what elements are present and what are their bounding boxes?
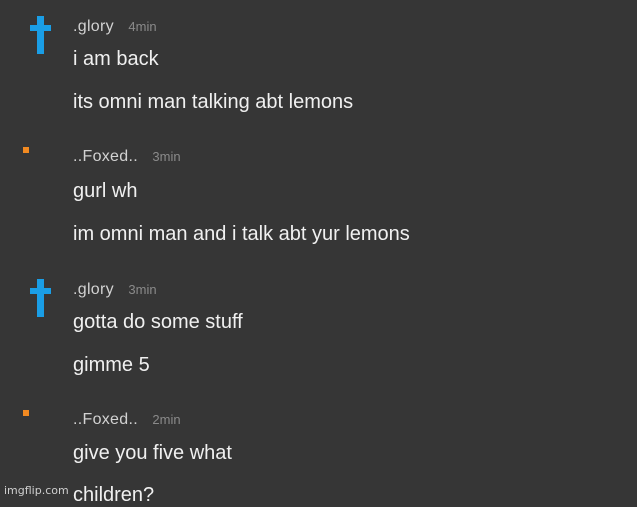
username[interactable]: .glory — [73, 18, 114, 35]
imgflip-watermark: imgflip.com — [4, 484, 69, 497]
avatar[interactable] — [20, 279, 60, 319]
avatar[interactable] — [20, 409, 60, 449]
message-text: im omni man and i talk abt yur lemons — [73, 223, 410, 245]
timestamp: 3min — [128, 282, 157, 297]
message-text: i am back — [73, 48, 159, 70]
message-text: children? — [73, 484, 155, 506]
message-text: gimme 5 — [73, 354, 150, 376]
message-text: gotta do some stuff — [73, 311, 243, 333]
message-text: give you five what — [73, 442, 232, 464]
timestamp: 4min — [128, 19, 157, 34]
cross-icon — [30, 16, 51, 54]
message-header: .glory 4min — [73, 18, 157, 36]
avatar[interactable] — [20, 16, 60, 56]
message-text: gurl wh — [73, 180, 138, 202]
cross-icon — [30, 279, 51, 317]
message-header: .glory 3min — [73, 281, 157, 299]
orange-square-icon — [23, 410, 29, 416]
username[interactable]: ..Foxed.. — [73, 148, 138, 165]
message-header: ..Foxed.. 3min — [73, 148, 181, 166]
avatar[interactable] — [20, 146, 60, 186]
message-header: ..Foxed.. 2min — [73, 411, 181, 429]
timestamp: 2min — [152, 412, 181, 427]
username[interactable]: ..Foxed.. — [73, 411, 138, 428]
message-text: its omni man talking abt lemons — [73, 91, 354, 113]
timestamp: 3min — [152, 149, 181, 164]
username[interactable]: .glory — [73, 281, 114, 298]
orange-square-icon — [23, 147, 29, 153]
